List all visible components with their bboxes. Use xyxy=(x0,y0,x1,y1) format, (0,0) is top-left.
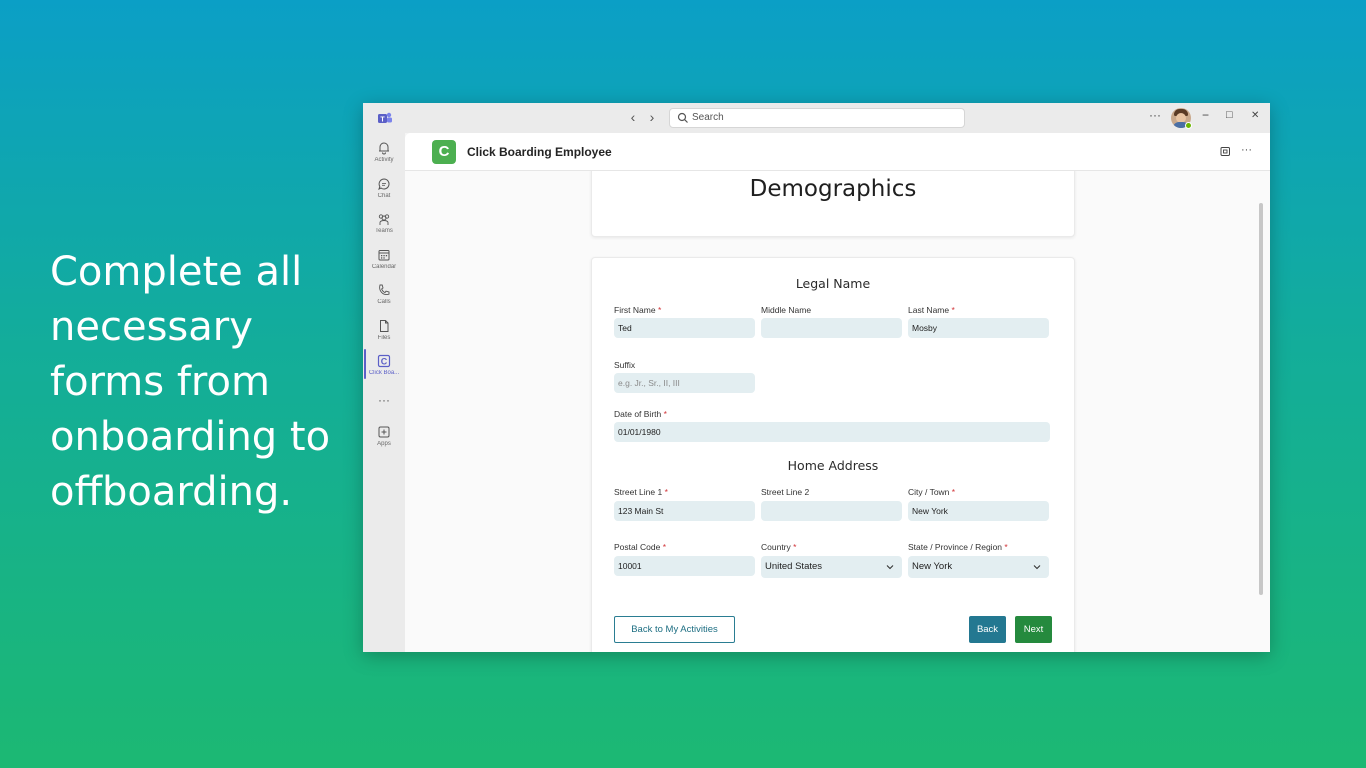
app-logo: C xyxy=(432,140,456,164)
street1-field[interactable]: 123 Main St xyxy=(614,501,755,521)
phone-icon xyxy=(379,284,390,296)
first-name-field[interactable]: Ted xyxy=(614,318,755,338)
rail-label: Apps xyxy=(377,441,391,447)
rail-label: Teams xyxy=(375,228,393,234)
maximize-button[interactable]: □ xyxy=(1226,109,1233,121)
middle-name-field[interactable] xyxy=(761,318,902,338)
country-label: Country * xyxy=(761,542,797,552)
rail-item-apps[interactable]: Apps xyxy=(363,425,405,447)
app-content: C Click Boarding Employee ··· Demographi… xyxy=(405,133,1270,652)
svg-text:C: C xyxy=(381,357,388,367)
city-label: City / Town * xyxy=(908,487,956,497)
back-to-activities-button[interactable]: Back to My Activities xyxy=(614,616,735,643)
rail-label: Chat xyxy=(377,193,391,199)
marketing-tagline: Complete all necessary forms from onboar… xyxy=(50,249,331,515)
postal-code-field[interactable]: 10001 xyxy=(614,556,755,576)
state-select[interactable]: New York xyxy=(908,556,1049,578)
vertical-scrollbar[interactable] xyxy=(1259,203,1263,595)
home-address-heading: Home Address xyxy=(787,458,879,473)
dob-field[interactable]: 01/01/1980 xyxy=(614,422,1050,442)
state-label: State / Province / Region * xyxy=(908,542,1008,552)
rail-item-teams[interactable]: Teams xyxy=(363,212,405,234)
suffix-label: Suffix xyxy=(614,360,636,370)
rail-item-calendar[interactable]: Calendar xyxy=(363,248,405,270)
rail-item-chat[interactable]: Chat xyxy=(363,177,405,199)
more-icon[interactable]: ··· xyxy=(363,393,405,407)
title-card: Demographics xyxy=(591,171,1075,237)
back-arrow-button[interactable]: ‹ xyxy=(625,109,641,125)
app-more-button[interactable]: ··· xyxy=(1241,144,1252,156)
teams-logo-icon: T xyxy=(378,112,392,124)
rail-item-files[interactable]: Files xyxy=(363,319,405,341)
file-icon xyxy=(380,320,389,332)
form-scroll-area[interactable]: Demographics Legal Name First Name * Ted… xyxy=(405,171,1270,652)
street1-label: Street Line 1 * xyxy=(614,487,668,497)
next-button[interactable]: Next xyxy=(1015,616,1052,643)
title-bar: T ‹ › Search ··· − □ ✕ xyxy=(363,103,1270,133)
search-icon xyxy=(677,112,688,123)
rail-label: Activity xyxy=(374,157,394,163)
presence-status-icon xyxy=(1185,122,1192,129)
page-title: Demographics xyxy=(749,176,917,202)
first-name-label: First Name * xyxy=(614,305,662,315)
state-value: New York xyxy=(912,561,953,572)
street2-field[interactable] xyxy=(761,501,902,521)
legal-name-heading: Legal Name xyxy=(795,276,871,291)
rail-label: Files xyxy=(377,335,391,341)
country-select[interactable]: United States xyxy=(761,556,902,578)
chevron-down-icon xyxy=(1033,565,1041,570)
popout-icon[interactable] xyxy=(1220,146,1231,157)
close-button[interactable]: ✕ xyxy=(1251,110,1259,121)
last-name-label: Last Name * xyxy=(908,305,955,315)
rail-label: Calendar xyxy=(371,264,397,270)
svg-text:T: T xyxy=(380,117,385,124)
middle-name-label: Middle Name xyxy=(761,305,812,315)
teams-window: T ‹ › Search ··· − □ ✕ Activity Chat Tea… xyxy=(363,103,1270,652)
minimize-button[interactable]: − xyxy=(1202,108,1209,122)
teams-icon xyxy=(378,214,390,225)
rail-label: Calls xyxy=(377,299,391,305)
demographics-form-card: Legal Name First Name * Ted Middle Name … xyxy=(591,257,1075,652)
chat-icon xyxy=(378,178,390,190)
click-boarding-icon: C xyxy=(377,354,391,368)
dob-label: Date of Birth * xyxy=(614,409,667,419)
app-header: C Click Boarding Employee ··· xyxy=(405,133,1270,171)
country-value: United States xyxy=(765,561,823,572)
calendar-icon xyxy=(378,250,390,261)
app-title: Click Boarding Employee xyxy=(467,145,612,159)
bell-icon xyxy=(379,142,389,155)
street2-label: Street Line 2 xyxy=(761,487,810,497)
suffix-field[interactable]: e.g. Jr., Sr., II, III xyxy=(614,373,755,393)
rail-label: Click Boa... xyxy=(368,370,400,376)
city-field[interactable]: New York xyxy=(908,501,1049,521)
rail-item-calls[interactable]: Calls xyxy=(363,283,405,305)
search-placeholder: Search xyxy=(692,112,724,123)
rail-item-activity[interactable]: Activity xyxy=(363,141,405,163)
rail-item-click-boarding[interactable]: C Click Boa... xyxy=(363,354,405,376)
search-input[interactable]: Search xyxy=(669,108,965,128)
forward-arrow-button[interactable]: › xyxy=(644,109,660,125)
app-rail: Activity Chat Teams Calendar Calls Files… xyxy=(363,133,405,652)
chevron-down-icon xyxy=(886,565,894,570)
add-app-icon xyxy=(378,426,390,438)
last-name-field[interactable]: Mosby xyxy=(908,318,1049,338)
back-button[interactable]: Back xyxy=(969,616,1006,643)
postal-code-label: Postal Code * xyxy=(614,542,666,552)
more-options-button[interactable]: ··· xyxy=(1149,108,1161,122)
